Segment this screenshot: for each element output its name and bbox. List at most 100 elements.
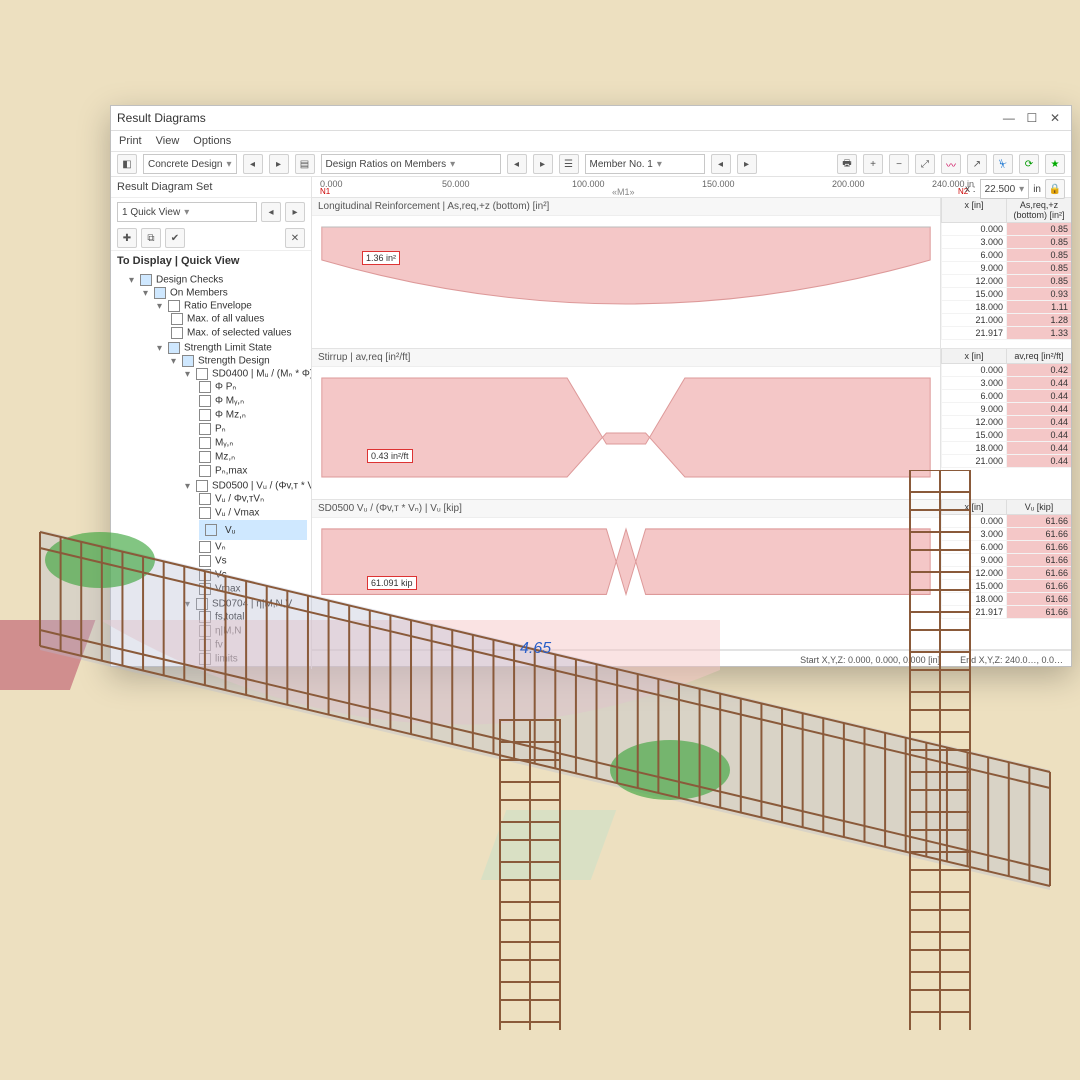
table-row[interactable]: 21.9171.33 [941,327,1071,340]
table-row[interactable]: 12.00061.66 [941,567,1071,580]
table-row[interactable]: 9.0000.44 [941,403,1071,416]
style-icon[interactable]: 〰 [941,154,961,174]
copy-set-icon[interactable]: ⧉ [141,228,161,248]
axes-icon[interactable]: ⏧ [993,154,1013,174]
design-icon[interactable]: ◧ [117,154,137,174]
prev-icon[interactable]: ◂ [507,154,527,174]
tree-leaf[interactable]: limits [199,652,307,666]
table-row[interactable]: 15.0000.44 [941,429,1071,442]
chart1-callout: 1.36 in² [362,251,400,265]
table-row[interactable]: 9.0000.85 [941,262,1071,275]
close-button[interactable]: ✕ [1045,111,1065,125]
table-row[interactable]: 3.0000.85 [941,236,1071,249]
chart3-callout: 61.091 kip [367,576,417,590]
arrow-icon[interactable]: ↗ [967,154,987,174]
delete-set-icon[interactable]: ✕ [285,228,305,248]
tree-leaf[interactable]: Mᵧ,ₙ [199,436,307,450]
table-row[interactable]: 6.00061.66 [941,541,1071,554]
member-next-icon[interactable]: ▸ [737,154,757,174]
fit-icon[interactable]: ⤢ [915,154,935,174]
tree[interactable]: ▾Design Checks ▾On Members ▾Ratio Envelo… [111,271,311,669]
x-label: x : [965,184,976,195]
side-next-icon[interactable]: ▸ [285,202,305,222]
print-icon[interactable]: 🖶 [837,154,857,174]
status-end: End X,Y,Z: 240.0…, 0.0… [960,655,1063,665]
tree-leaf[interactable]: Vᵤ / Φv,ᴛVₙ [199,492,307,506]
apply-icon[interactable]: ✔ [165,228,185,248]
tree-leaf[interactable]: Vc [199,568,307,582]
tree-leaf[interactable]: fv [199,638,307,652]
table-row[interactable]: 21.0001.28 [941,314,1071,327]
to-display-header: To Display | Quick View [111,250,311,271]
tree-leaf[interactable]: Vs [199,554,307,568]
table-row[interactable]: 12.0000.44 [941,416,1071,429]
ruler: 0.000 50.000 100.000 150.000 200.000 240… [312,177,1071,198]
menubar: Print View Options [111,131,1071,152]
tree-leaf[interactable]: Φ Mz,ₙ [199,408,307,422]
member-icon[interactable]: ☰ [559,154,579,174]
chart2-callout: 0.43 in²/ft [367,449,413,463]
tree-leaf[interactable]: Vᵤ [199,520,307,540]
table-row[interactable]: 12.0000.85 [941,275,1071,288]
table-row[interactable]: 0.00061.66 [941,515,1071,528]
table-row[interactable]: 21.0000.44 [941,455,1071,468]
tree-leaf[interactable]: Vᵤ / Vmax [199,506,307,520]
status-start: Start X,Y,Z: 0.000, 0.000, 0.000 [in] [800,655,940,665]
menu-view[interactable]: View [156,135,180,147]
menu-options[interactable]: Options [193,135,231,147]
titlebar: Result Diagrams — ☐ ✕ [111,106,1071,131]
table-row[interactable]: 21.91761.66 [941,606,1071,619]
tree-leaf[interactable]: Vₙ [199,540,307,554]
nav-right-icon[interactable]: ▸ [269,154,289,174]
member-combo[interactable]: Member No. 1▾ [585,154,705,174]
sidebar: Result Diagram Set 1 Quick View▾ ◂ ▸ ✚ ⧉… [111,177,312,669]
table-row[interactable]: 0.0000.42 [941,364,1071,377]
table-row[interactable]: 15.0000.93 [941,288,1071,301]
table-row[interactable]: 15.00061.66 [941,580,1071,593]
x-unit: in [1033,184,1041,195]
ratios-icon[interactable]: ▤ [295,154,315,174]
table-row[interactable]: 18.0000.44 [941,442,1071,455]
table-row[interactable]: 18.00061.66 [941,593,1071,606]
tree-leaf[interactable]: Pₙ,max [199,464,307,478]
tree-leaf[interactable]: Φ Pₙ [199,380,307,394]
nav-left-icon[interactable]: ◂ [243,154,263,174]
chart-sd0500: SD0500 Vᵤ / (Φv,ᴛ * Vₙ) | Vᵤ [kip] 61.09… [312,500,1071,650]
result-diagrams-window: Result Diagrams — ☐ ✕ Print View Options… [110,105,1072,667]
menu-print[interactable]: Print [119,135,142,147]
chart-stirrup: Stirrup | av,req [in²/ft] 0.43 in²/ft x … [312,349,1071,500]
chart3-table: x [in]Vᵤ [kip] 0.00061.663.00061.666.000… [940,500,1071,649]
sidebar-header: Result Diagram Set [111,177,311,198]
fav-icon[interactable]: ★ [1045,154,1065,174]
x-value-input[interactable]: 22.500▾ [980,179,1030,199]
member-prev-icon[interactable]: ◂ [711,154,731,174]
table-row[interactable]: 9.00061.66 [941,554,1071,567]
table-row[interactable]: 3.00061.66 [941,528,1071,541]
zoom-in-icon[interactable]: + [863,154,883,174]
statusbar: Start X,Y,Z: 0.000, 0.000, 0.000 [in] En… [312,650,1071,669]
tree-leaf[interactable]: Pₙ [199,422,307,436]
table-row[interactable]: 6.0000.85 [941,249,1071,262]
quick-view-combo[interactable]: 1 Quick View▾ [117,202,257,222]
tree-leaf[interactable]: fs,total [199,610,307,624]
tree-leaf[interactable]: Vmax [199,582,307,596]
minimize-button[interactable]: — [999,111,1019,125]
tree-leaf[interactable]: Mz,ₙ [199,450,307,464]
tree-leaf[interactable]: Φ Mᵧ,ₙ [199,394,307,408]
tree-leaf[interactable]: η|M,N [199,624,307,638]
chart2-title: Stirrup | av,req [in²/ft] [312,349,940,367]
ratios-combo[interactable]: Design Ratios on Members▾ [321,154,501,174]
table-row[interactable]: 0.0000.85 [941,223,1071,236]
refresh-icon[interactable]: ⟳ [1019,154,1039,174]
zoom-out-icon[interactable]: − [889,154,909,174]
chart3-title: SD0500 Vᵤ / (Φv,ᴛ * Vₙ) | Vᵤ [kip] [312,500,940,518]
design-combo[interactable]: Concrete Design▾ [143,154,237,174]
maximize-button[interactable]: ☐ [1022,111,1042,125]
table-row[interactable]: 6.0000.44 [941,390,1071,403]
table-row[interactable]: 3.0000.44 [941,377,1071,390]
table-row[interactable]: 18.0001.11 [941,301,1071,314]
side-prev-icon[interactable]: ◂ [261,202,281,222]
new-set-icon[interactable]: ✚ [117,228,137,248]
lock-icon[interactable]: 🔒 [1045,179,1065,199]
next-icon[interactable]: ▸ [533,154,553,174]
